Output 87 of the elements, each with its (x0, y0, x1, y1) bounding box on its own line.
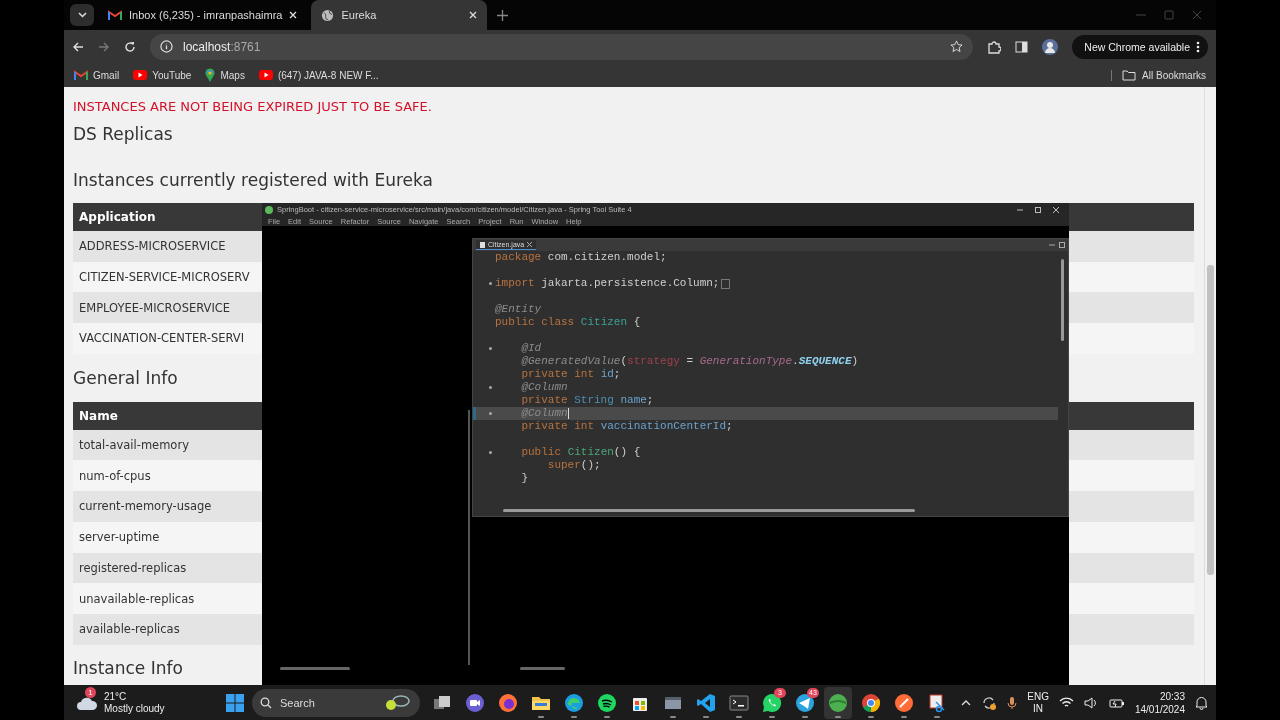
taskbar-button[interactable] (824, 686, 852, 719)
tab-search-button[interactable] (70, 4, 94, 26)
search-icon (260, 696, 272, 709)
reload-icon[interactable] (124, 40, 136, 53)
sync-icon[interactable] (981, 694, 998, 711)
battery-icon[interactable] (1108, 696, 1125, 709)
wave-globe-icon[interactable] (564, 692, 584, 713)
browser-tab[interactable]: Inbox (6,235) - imranpashaimra (98, 0, 308, 30)
bookmark[interactable]: Gmail (74, 69, 120, 81)
code-line: super(); (546, 459, 602, 472)
bookmark[interactable]: YouTube (133, 69, 192, 81)
warning-text: INSTANCES ARE NOT BEING EXPIRED JUST TO BE SAFE. (73, 99, 433, 115)
info-icon[interactable] (160, 40, 173, 53)
microphone-icon[interactable] (1007, 695, 1018, 710)
section-title: Instance Info (73, 656, 183, 680)
paper-plane-icon[interactable] (795, 692, 815, 713)
minimize-icon[interactable] (1017, 206, 1023, 213)
maximize-icon[interactable] (1035, 206, 1041, 213)
side-panel-icon[interactable] (1015, 40, 1029, 53)
back-icon[interactable] (72, 40, 84, 53)
all-bookmarks-button[interactable]: All Bookmarks (1111, 69, 1206, 81)
section-title: General Info (73, 366, 178, 390)
video-chat-icon[interactable] (465, 692, 485, 713)
code-line: private String name; (520, 394, 655, 407)
mail-icon (74, 69, 88, 81)
code-line: @Entity (494, 303, 543, 316)
close-icon[interactable] (1053, 206, 1059, 213)
browser-tab[interactable]: Eureka (311, 0, 488, 30)
notification-badge: 1 (85, 686, 96, 698)
star-icon[interactable] (950, 40, 964, 53)
chevron-up-icon[interactable] (961, 699, 972, 706)
code-line: } (520, 472, 529, 485)
puzzle-piece-icon[interactable] (987, 39, 1002, 54)
leaf-ball-icon (265, 205, 273, 214)
mail-icon (108, 9, 122, 21)
code-line: @Id (473, 342, 1058, 355)
code-line: @GeneratedValue(strategy = GenerationType.SEQUENCE) (520, 355, 860, 368)
column-header: Name (79, 408, 118, 423)
more-icon[interactable] (1196, 40, 1200, 53)
code-line: private int id; (520, 368, 622, 381)
leaf-ball-icon[interactable] (828, 692, 848, 713)
url-text: localhost:8761 (183, 39, 261, 54)
scrollbar-thumb[interactable] (280, 667, 350, 670)
speaker-icon[interactable] (1083, 696, 1099, 709)
clock-date[interactable]: 14/01/2024 (1134, 702, 1185, 716)
scrollbar-thumb[interactable] (1061, 259, 1064, 341)
column-header: Application (79, 210, 156, 224)
terminal-icon[interactable] (729, 692, 749, 713)
start-icon[interactable] (226, 693, 244, 712)
forward-icon[interactable] (98, 40, 110, 53)
browser-icon[interactable] (861, 692, 881, 713)
folder-icon (1122, 69, 1137, 81)
new-tab-button[interactable] (497, 9, 509, 21)
code-line: @Column (473, 381, 1058, 394)
maximize-icon[interactable] (1059, 242, 1065, 248)
close-icon[interactable] (527, 242, 533, 247)
globe-icon (321, 8, 335, 22)
search-field[interactable]: Search (252, 688, 420, 717)
scrollbar-thumb[interactable] (520, 667, 565, 670)
update-button[interactable]: New Chrome available (1072, 34, 1208, 59)
bookmark[interactable]: Maps (205, 68, 245, 82)
play-icon (258, 70, 273, 80)
section-title: Instances currently registered with Eureka (73, 169, 433, 192)
bookmark[interactable]: (647) JAVA-8 NEW F... (258, 69, 379, 81)
play-icon (133, 70, 148, 80)
scrollbar-thumb[interactable] (1207, 265, 1214, 575)
section-title: DS Replicas (73, 123, 173, 146)
clock-time[interactable]: 20:33 (1159, 689, 1185, 703)
temperature-text: 21°C (104, 690, 128, 703)
region-text[interactable]: IN (1033, 702, 1044, 715)
language-text[interactable]: ENG (1027, 690, 1049, 703)
code-line: public Citizen() { (473, 446, 1058, 459)
chat-bubble-icon[interactable] (762, 692, 782, 713)
scissors-icon[interactable] (927, 692, 947, 713)
bell-icon[interactable] (1195, 695, 1208, 710)
code-line: package com.citizen.model; (494, 251, 668, 264)
wifi-icon[interactable] (1058, 696, 1074, 709)
address-bar[interactable]: localhost:8761 (150, 33, 974, 60)
chevron-down-icon (77, 12, 87, 18)
map-pin-icon (205, 68, 216, 82)
scrollbar-thumb[interactable] (503, 509, 915, 512)
profile-avatar[interactable] (1042, 38, 1059, 55)
code-line: import jakarta.persistence.Column; (473, 277, 1058, 290)
file-icon (480, 241, 485, 248)
music-icon[interactable] (597, 692, 617, 713)
code-editor-icon[interactable] (696, 692, 716, 713)
weather-text: Mostly cloudy (104, 702, 165, 715)
